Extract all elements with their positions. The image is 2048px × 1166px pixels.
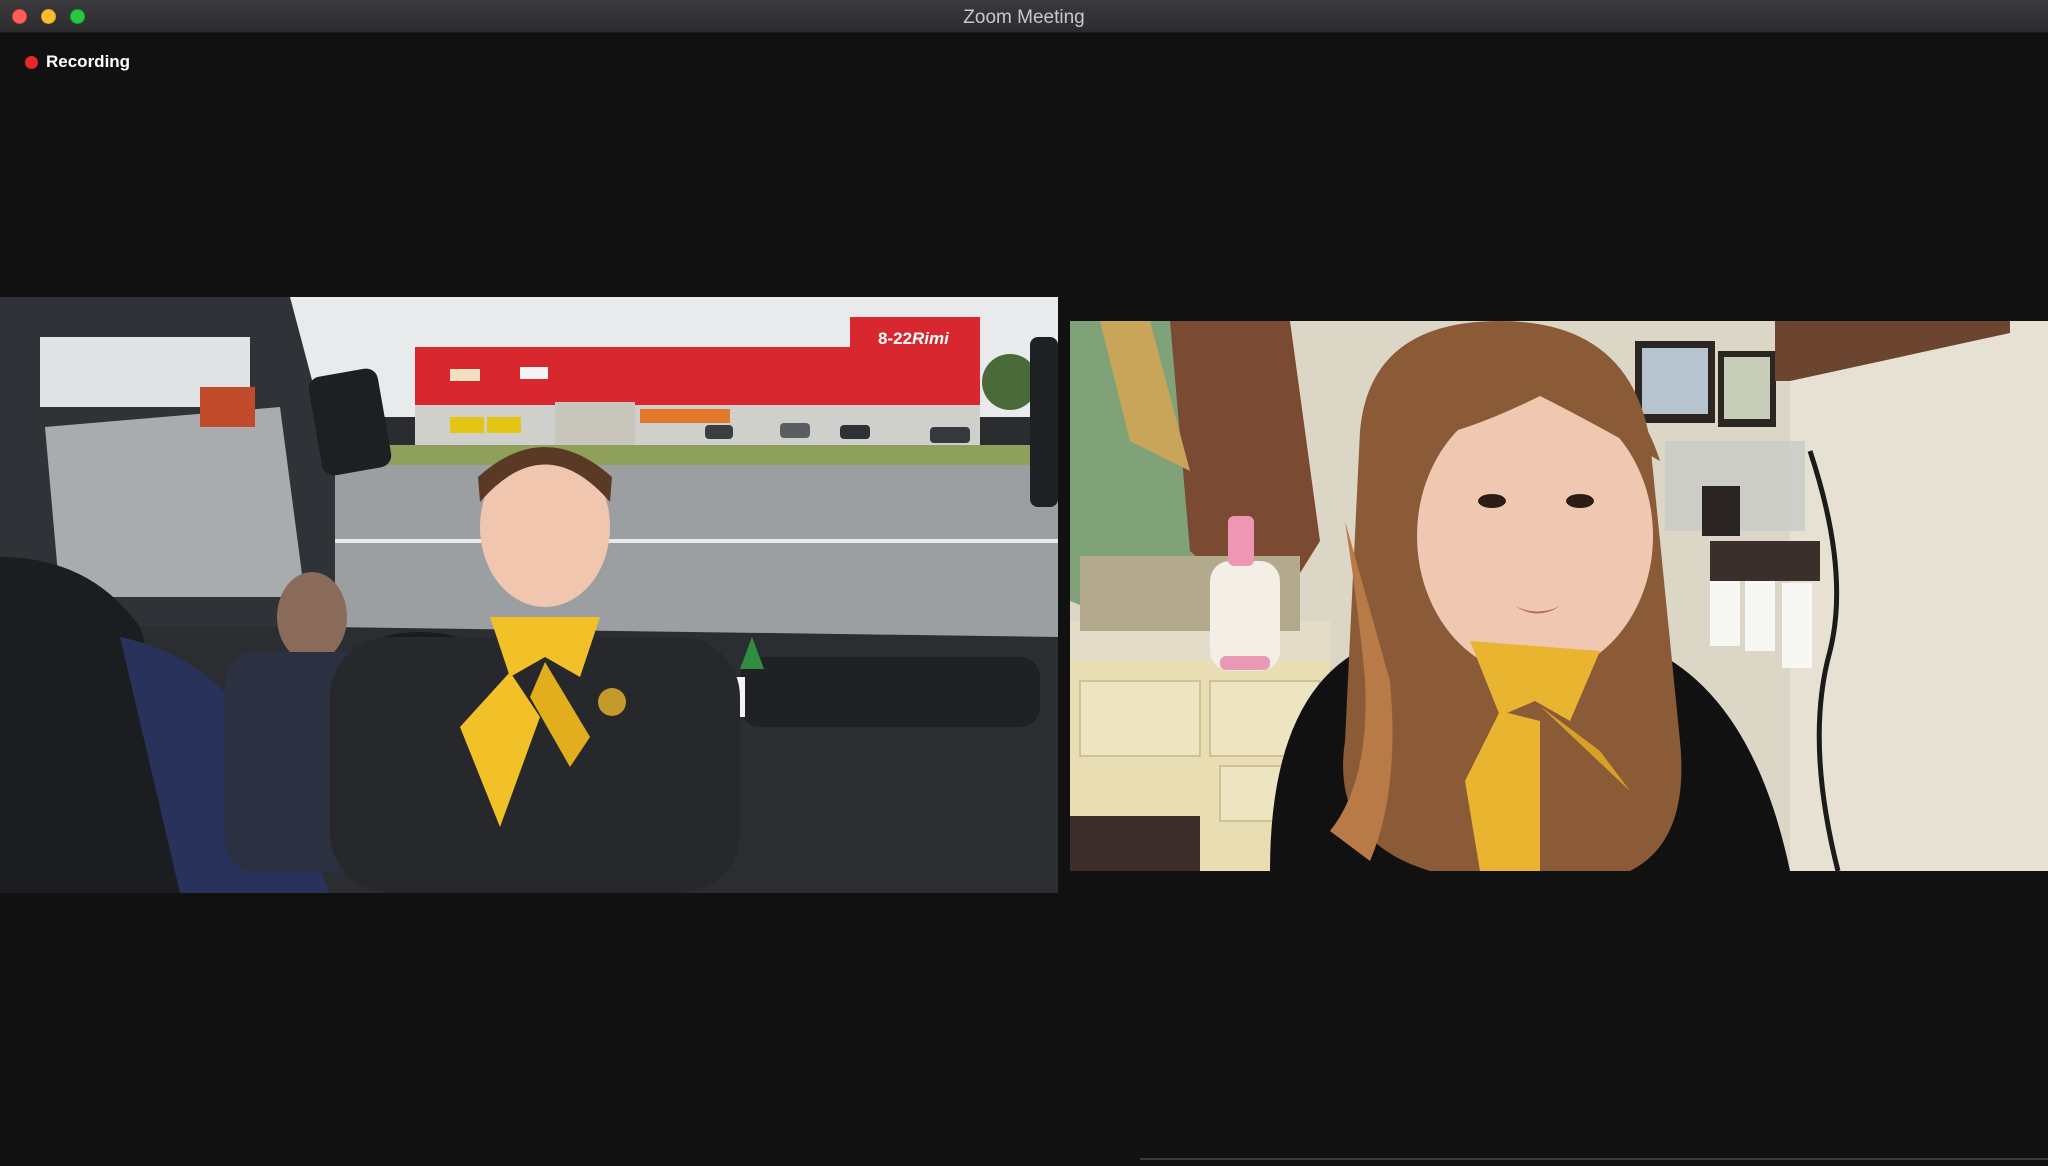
home-room-video-frame [1070, 321, 2048, 871]
store-hours-sign: 8-22 [878, 329, 912, 348]
zoom-meeting-window: Zoom Meeting Recording 8-22 Rimi [0, 0, 2048, 1166]
store-name-sign: Rimi [912, 329, 950, 348]
recording-label: Recording [46, 52, 131, 71]
participant-video-left[interactable]: 8-22 Rimi [0, 297, 1058, 893]
bus-interior-video-frame: 8-22 Rimi [0, 297, 1058, 893]
participant-video-right[interactable] [1070, 321, 2048, 871]
recording-dot-icon [25, 55, 38, 69]
window-title: Zoom Meeting [963, 7, 1085, 28]
recording-indicator: Recording [25, 51, 130, 73]
window-bottom-divider [1140, 1158, 2048, 1160]
title-bar[interactable]: Zoom Meeting [0, 0, 2048, 33]
